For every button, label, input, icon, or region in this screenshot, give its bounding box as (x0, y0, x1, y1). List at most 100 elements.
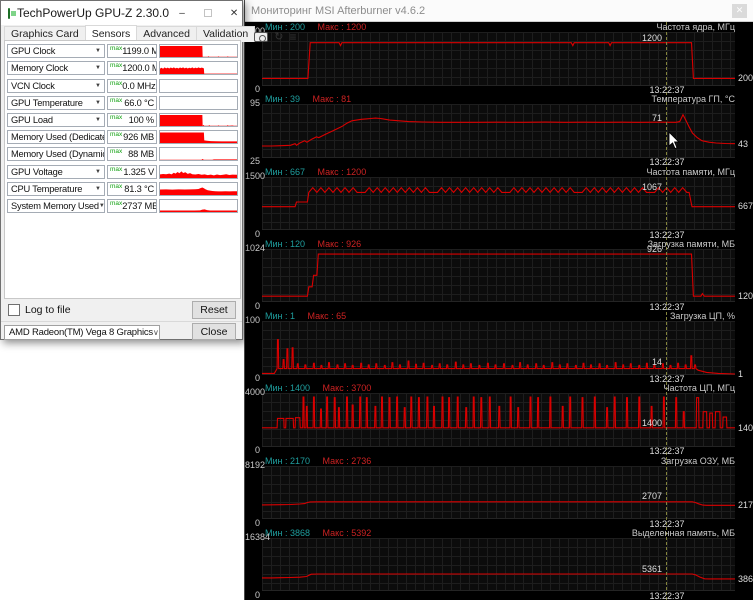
y-axis-max-label: 1500 (245, 170, 266, 181)
sensor-history-graph (159, 198, 238, 213)
sensor-value: max 66.0 °C (107, 95, 157, 110)
monitor-pane: Мин : 3868 Макс : 5392 Выделенная память… (245, 528, 753, 600)
min-max-labels: Мин : 3868 Макс : 5392 (265, 527, 372, 538)
sensor-select[interactable]: GPU Load ▼ (7, 112, 105, 127)
monitor-pane: Мин : 1400 Макс : 3700 Частота ЦП, МГц 4… (245, 383, 753, 456)
sensor-select[interactable]: Memory Used (Dynamic) ▼ (7, 147, 105, 162)
max-prefix-label: max (110, 199, 123, 207)
sensor-value: max 100 % (107, 112, 157, 127)
current-value-label: 200 (738, 73, 753, 84)
min-label: Мин : 2170 (265, 455, 311, 466)
sensor-name: GPU Voltage (11, 166, 63, 177)
sensor-value-text: 1.325 V (123, 166, 154, 177)
sensor-select[interactable]: VCN Clock ▼ (7, 78, 105, 93)
y-axis-min-label: 0 (254, 517, 260, 528)
y-axis-max-label: 95 (249, 98, 260, 109)
sensor-name: GPU Load (11, 114, 53, 125)
max-prefix-label: max (110, 131, 123, 139)
current-value-label: 3868 (738, 573, 753, 584)
sensor-name: Memory Used (Dynamic) (11, 149, 105, 160)
y-axis-min-label: 0 (254, 373, 260, 383)
y-axis-max-label: 1024 (245, 242, 266, 253)
min-label: Мин : 667 (265, 166, 306, 177)
max-label: Макс : 926 (317, 238, 362, 249)
min-max-labels: Мин : 2170 Макс : 2736 (265, 455, 371, 466)
pane-title: Температура ГП, °C (651, 94, 735, 105)
cursor-value-label: 1400 (641, 418, 662, 429)
log-to-file-checkbox[interactable] (8, 304, 20, 316)
y-axis-min-label: 0 (254, 589, 260, 600)
sensor-row: VCN Clock ▼ max 0.0 MHz (7, 78, 238, 93)
refresh-icon[interactable]: ↻ (274, 32, 283, 43)
y-axis-max-label: 4000 (245, 387, 266, 398)
gpuz-window: TechPowerUp GPU-Z 2.30.0 – ✕ Graphics Ca… (0, 0, 297, 340)
pane-title: Частота памяти, МГц (646, 166, 735, 177)
sensor-select[interactable]: GPU Clock ▼ (7, 44, 105, 59)
y-axis-min-label: 0 (254, 84, 260, 94)
sensor-row: GPU Temperature ▼ max 66.0 °C (7, 95, 238, 110)
min-max-labels: Мин : 1400 Макс : 3700 (265, 383, 371, 393)
max-label: Макс : 5392 (322, 527, 372, 538)
current-value-label: 1400 (738, 423, 753, 434)
sensor-row: GPU Clock ▼ max 1199.0 MHz (7, 44, 238, 59)
sensor-name: GPU Clock (11, 46, 56, 57)
min-max-labels: Мин : 39 Макс : 81 (265, 94, 351, 105)
min-label: Мин : 3868 (265, 527, 311, 538)
pane-title: Частота ЦП, МГц (663, 383, 735, 394)
maximize-button[interactable] (195, 1, 221, 25)
sensor-row: Memory Used (Dedicated) ▼ max 926 MB (7, 130, 238, 145)
sensor-name: GPU Temperature (11, 97, 83, 108)
sensor-row: System Memory Used ▼ max 2737 MB (7, 198, 238, 213)
close-icon[interactable]: ✕ (732, 3, 747, 18)
sensor-value: max 2737 MB (107, 198, 157, 213)
y-axis-min-label: 0 (254, 300, 260, 311)
minimize-button[interactable]: – (169, 1, 195, 25)
min-label: Мин : 39 (265, 94, 301, 105)
close-button[interactable]: Close (192, 323, 236, 340)
sensor-select[interactable]: Memory Used (Dedicated) ▼ (7, 130, 105, 145)
pane-title: Загрузка ЦП, % (669, 311, 735, 321)
sensor-row: GPU Load ▼ max 100 % (7, 112, 238, 127)
close-icon[interactable]: ✕ (221, 1, 247, 25)
chevron-down-icon: ▼ (95, 185, 101, 192)
menu-icon[interactable]: ≡ (290, 31, 297, 43)
gpu-device-select[interactable]: AMD Radeon(TM) Vega 8 Graphics ∨ (4, 325, 160, 340)
sensor-name: Memory Clock (11, 63, 69, 74)
sensor-value-text: 926 MB (123, 132, 154, 143)
current-value-label: 120 (738, 290, 753, 301)
min-max-labels: Мин : 120 Макс : 926 (265, 238, 362, 249)
mouse-pointer (668, 131, 681, 150)
min-max-labels: Мин : 200 Макс : 1200 (265, 22, 366, 32)
cursor-value-label: 5361 (641, 563, 662, 574)
min-label: Мин : 120 (265, 238, 306, 249)
max-prefix-label: max (110, 79, 123, 87)
sensor-select[interactable]: GPU Temperature ▼ (7, 95, 105, 110)
cursor-value-label: 14 (651, 357, 662, 367)
camera-icon[interactable] (254, 32, 269, 42)
gpuz-titlebar[interactable]: TechPowerUp GPU-Z 2.30.0 – ✕ (1, 1, 242, 25)
sensor-history-graph (159, 181, 238, 196)
cursor-value-label: 1067 (641, 181, 662, 192)
y-axis-min-label: 25 (249, 156, 260, 167)
min-max-labels: Мин : 1 Макс : 65 (265, 311, 347, 321)
afterburner-window-title: Мониторинг MSI Afterburner v4.6.2 (251, 4, 426, 17)
sensor-select[interactable]: Memory Clock ▼ (7, 61, 105, 76)
sensor-name: System Memory Used (11, 200, 99, 211)
sensor-row: GPU Voltage ▼ max 1.325 V (7, 164, 238, 179)
max-prefix-label: max (110, 148, 123, 156)
reset-button[interactable]: Reset (192, 301, 236, 319)
y-axis-max-label: 8192 (245, 459, 266, 470)
sensor-value-text: 81.3 °C (124, 183, 154, 194)
max-prefix-label: max (110, 182, 123, 190)
y-axis-min-label: 0 (254, 228, 260, 239)
max-prefix-label: max (110, 45, 123, 53)
timestamp-label: 13:22:37 (649, 590, 685, 600)
sensor-select[interactable]: CPU Temperature ▼ (7, 181, 105, 196)
sensor-select[interactable]: System Memory Used ▼ (7, 198, 105, 213)
sensor-name: Memory Used (Dedicated) (11, 132, 105, 143)
sensor-value: max 88 MB (107, 147, 157, 162)
max-label: Макс : 65 (307, 311, 347, 321)
sensor-select[interactable]: GPU Voltage ▼ (7, 164, 105, 179)
sensor-value-text: 1200.0 MHz (122, 63, 156, 74)
afterburner-titlebar[interactable]: Мониторинг MSI Afterburner v4.6.2 ✕ (245, 0, 753, 22)
